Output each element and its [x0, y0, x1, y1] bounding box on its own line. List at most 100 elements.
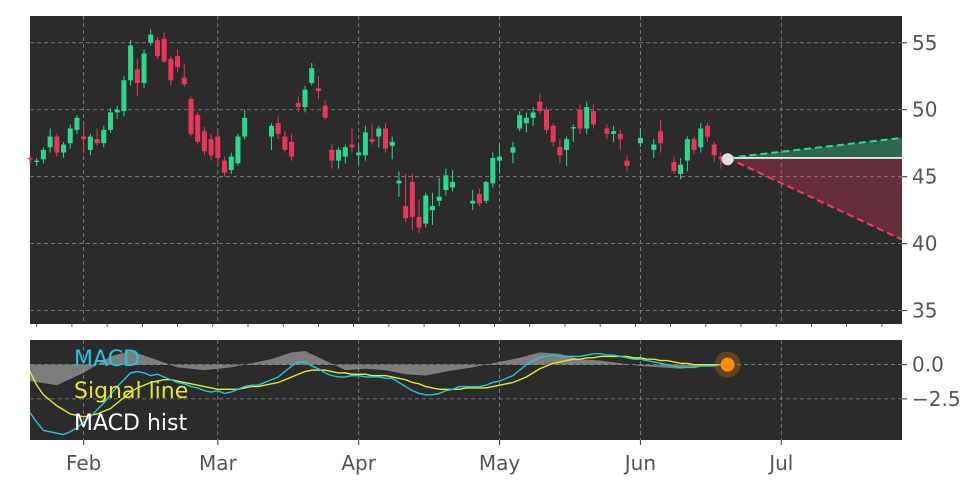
- candle-body: [637, 137, 643, 144]
- candle-body: [67, 128, 73, 144]
- last-price-dot: [721, 153, 734, 166]
- price-panel: 35 40 45 50 55: [27, 16, 937, 327]
- macd-panel: MACD Signal line MACD hist 0.0 −2.5: [29, 340, 961, 440]
- candle-body: [584, 107, 590, 129]
- xtick-label: Feb: [66, 451, 101, 475]
- candle-body: [651, 144, 657, 150]
- candle-body: [322, 105, 328, 118]
- candle-body: [141, 53, 147, 83]
- candle-body: [154, 40, 160, 57]
- candle-body: [691, 139, 697, 150]
- candle-body: [617, 133, 623, 140]
- last-price-marker: [721, 153, 734, 166]
- candle-body: [376, 128, 382, 137]
- candle-body: [235, 136, 241, 164]
- candle: [483, 180, 489, 204]
- candle-body: [382, 128, 389, 149]
- candle-body: [557, 147, 563, 156]
- price-ytick-label: 50: [912, 98, 937, 122]
- candle-body: [356, 152, 362, 156]
- candle-body: [429, 206, 435, 211]
- candle-body: [114, 109, 120, 113]
- candle-body: [161, 38, 167, 62]
- candle-body: [517, 115, 523, 129]
- candle-body: [698, 128, 704, 148]
- price-ytick-label: 35: [912, 299, 937, 323]
- candle-body: [61, 144, 67, 153]
- candle-body: [295, 103, 301, 108]
- candle: [141, 49, 147, 89]
- candle-body: [289, 141, 295, 157]
- candle-body: [369, 139, 375, 142]
- candle-body: [409, 182, 415, 217]
- candle-body: [27, 157, 33, 160]
- candle-body: [282, 136, 288, 150]
- candle-body: [329, 149, 335, 161]
- candle-body: [443, 175, 449, 191]
- candle-body: [107, 112, 114, 130]
- price-ytick-label: 40: [912, 232, 937, 256]
- candle-body: [570, 127, 576, 129]
- candle-body: [101, 129, 107, 144]
- candle-body: [470, 200, 476, 204]
- candle-body: [148, 34, 154, 43]
- candle-body: [228, 156, 234, 170]
- candle-body: [624, 160, 630, 166]
- candle-body: [590, 111, 596, 125]
- macd-marker-dot: [720, 357, 735, 372]
- candle-body: [450, 182, 456, 188]
- candle-body: [336, 149, 342, 161]
- candle-body: [537, 101, 543, 112]
- xtick-label: Jul: [767, 451, 793, 475]
- candle-body: [403, 206, 409, 219]
- candle-body: [215, 136, 221, 158]
- legend-macd: MACD: [74, 347, 140, 372]
- price-ytick-label: 55: [912, 31, 937, 55]
- candle-body: [309, 68, 315, 83]
- candle-body: [342, 147, 348, 157]
- candle: [128, 40, 134, 86]
- xtick-label: Apr: [341, 451, 376, 475]
- candle-body: [34, 160, 40, 162]
- candle-body: [94, 139, 100, 144]
- candle: [543, 107, 550, 134]
- candle-body: [550, 125, 556, 142]
- candle-body: [510, 147, 516, 153]
- candle: [201, 127, 207, 156]
- candle: [423, 192, 429, 228]
- candle-body: [315, 88, 321, 91]
- xtick-label: Jun: [623, 451, 656, 475]
- candle-body: [476, 194, 482, 204]
- candle-body: [497, 156, 503, 161]
- legend-macd-hist: MACD hist: [74, 411, 187, 436]
- macd-ytick-label: −2.5: [912, 387, 961, 411]
- candle-body: [490, 157, 496, 184]
- candle-body: [188, 99, 194, 134]
- candle: [121, 76, 127, 117]
- candle-body: [201, 131, 207, 152]
- candle-body: [711, 144, 717, 156]
- candle-body: [87, 136, 93, 150]
- candle-body: [195, 115, 201, 142]
- candle-body: [168, 58, 174, 81]
- candle-body: [396, 180, 402, 184]
- candle: [154, 37, 160, 59]
- xtick-label: May: [479, 451, 521, 475]
- candle-body: [134, 69, 140, 83]
- candle: [195, 112, 201, 145]
- candle-body: [47, 136, 53, 148]
- macd-last-marker: [714, 351, 741, 378]
- candle-body: [222, 160, 228, 173]
- candle-body: [275, 123, 281, 134]
- candle-body: [81, 136, 87, 140]
- candle-body: [704, 125, 710, 137]
- candle-body: [658, 131, 664, 144]
- candle-body: [175, 56, 181, 67]
- candle-body: [671, 161, 677, 172]
- candle-body: [268, 125, 274, 137]
- candle-body: [684, 139, 690, 161]
- candle-body: [362, 132, 368, 156]
- candle-body: [577, 109, 583, 129]
- candle-body: [121, 80, 127, 112]
- macd-ytick-label: 0.0: [912, 353, 944, 377]
